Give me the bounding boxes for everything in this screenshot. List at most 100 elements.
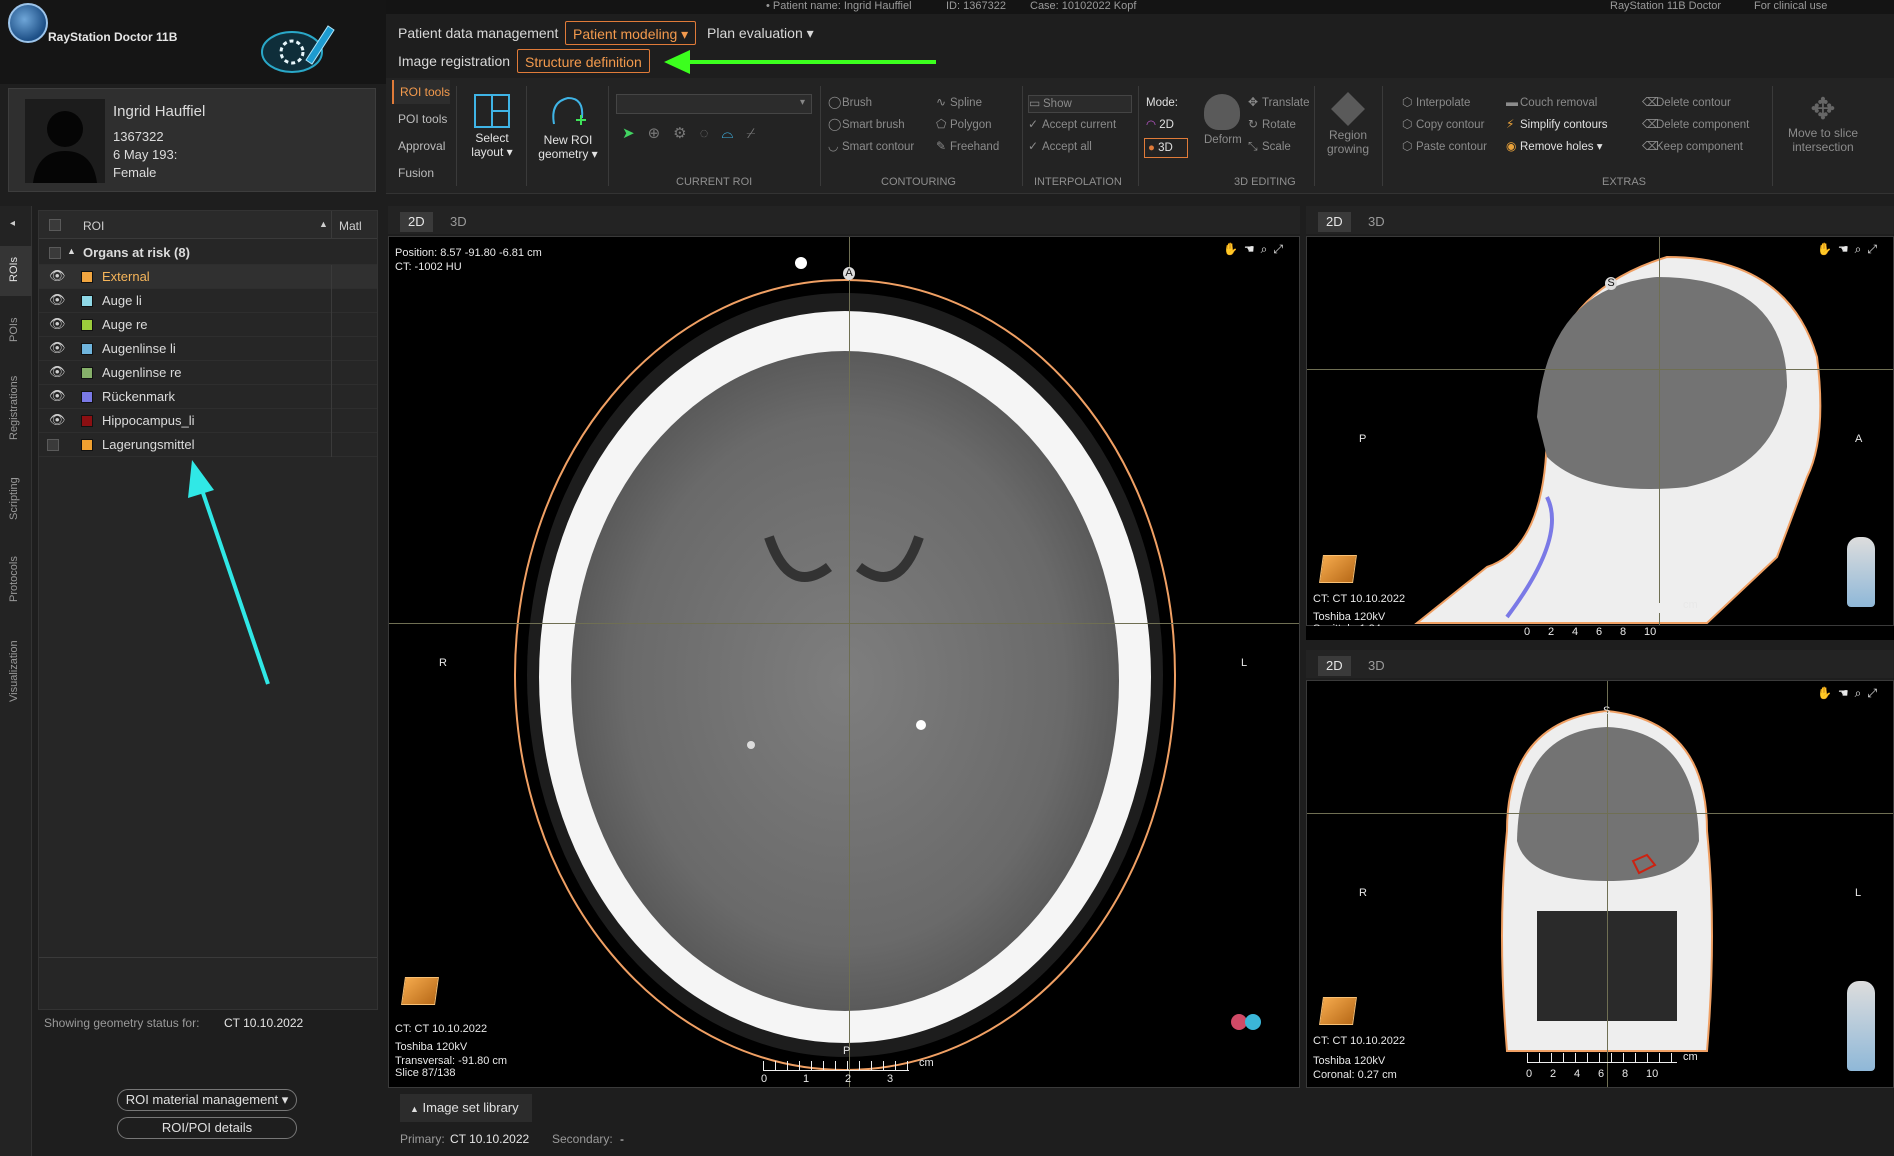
visibility-eye-icon[interactable]: 👁 xyxy=(49,316,66,332)
visibility-eye-icon[interactable]: 👁 xyxy=(49,388,66,404)
sagittal-viewer[interactable]: P A S ✋☚⌕⤢ CT: CT 10.10.2022 Toshiba 120… xyxy=(1306,236,1894,635)
group-row-organs-at-risk[interactable]: ▲ Organs at risk (8) xyxy=(39,241,377,265)
delete-component-button[interactable]: ⌫Delete component xyxy=(1642,117,1749,131)
roi-color-swatch[interactable] xyxy=(81,295,93,307)
paste-contour-button[interactable]: ⬡ Paste contour xyxy=(1402,139,1487,153)
roi-row[interactable]: 👁 Hippocampus_li xyxy=(39,409,377,433)
select-all-checkbox[interactable] xyxy=(49,219,61,231)
nav-structure-definition[interactable]: Structure definition xyxy=(517,49,650,73)
accept-all-button[interactable]: ✓ Accept all xyxy=(1028,139,1092,153)
spline-tool[interactable]: ∿ Spline xyxy=(936,95,982,109)
settings-icon[interactable]: ⚙ xyxy=(673,125,699,142)
tab-2d[interactable]: 2D xyxy=(1318,212,1351,232)
tab-2d[interactable]: 2D xyxy=(400,212,433,232)
keep-component-button[interactable]: ⌫Keep component xyxy=(1642,139,1743,153)
scale-tool[interactable]: ⤡ Scale xyxy=(1248,139,1291,154)
group-checkbox[interactable] xyxy=(49,247,61,259)
mode-3d-button[interactable]: ● 3D xyxy=(1144,138,1188,158)
smart-brush-tool[interactable]: ◯Smart brush xyxy=(828,117,905,131)
roi-color-swatch[interactable] xyxy=(81,319,93,331)
nav-image-registration[interactable]: Image registration xyxy=(391,49,517,73)
column-matl[interactable]: Matl xyxy=(339,219,362,233)
collapse-group-icon[interactable]: ▲ xyxy=(67,246,76,256)
current-roi-select[interactable]: ▾ xyxy=(616,94,812,114)
roi-material-management-button[interactable]: ROI material management ▾ xyxy=(117,1089,297,1111)
roi-row[interactable]: 👁 External xyxy=(39,265,377,289)
simplify-contours-button[interactable]: ⚡ Simplify contours xyxy=(1506,117,1608,131)
roi-row[interactable]: 👁 Augenlinse li xyxy=(39,337,377,361)
orientation-cube-icon[interactable] xyxy=(1319,997,1357,1025)
tab-approval[interactable]: Approval xyxy=(392,134,450,158)
show-interpolation-toggle[interactable]: ▭ Show xyxy=(1028,95,1132,113)
roi-color-swatch[interactable] xyxy=(81,271,93,283)
collapse-arrow-icon[interactable]: ◂ xyxy=(10,218,15,229)
roi-color-swatch[interactable] xyxy=(81,343,93,355)
deform-icon[interactable] xyxy=(1204,94,1240,130)
transversal-viewer[interactable]: Position: 8.57 -91.80 -6.81 cm CT: -1002… xyxy=(388,236,1300,1088)
roi-color-swatch[interactable] xyxy=(81,367,93,379)
tab-scripting[interactable]: Scripting xyxy=(8,477,20,520)
brush-tool[interactable]: ◯Brush xyxy=(828,95,872,109)
roi-row[interactable]: 👁 Augenlinse re xyxy=(39,361,377,385)
visibility-eye-icon[interactable]: 👁 xyxy=(49,268,66,284)
current-roi-tools[interactable]: ➤⊕⚙◌⌓⌿ xyxy=(622,124,768,142)
viewer-toolbar[interactable]: ✋☚⌕⤢ xyxy=(1817,687,1883,700)
roi-poi-details-button[interactable]: ROI/POI details xyxy=(117,1117,297,1139)
roi-color-swatch[interactable] xyxy=(81,439,93,451)
accept-current-button[interactable]: ✓ Accept current xyxy=(1028,117,1116,131)
visibility-checkbox[interactable] xyxy=(47,439,59,451)
interpolate-button[interactable]: ⬡ Interpolate xyxy=(1402,95,1470,109)
remove-holes-button[interactable]: ◉ Remove holes ▾ xyxy=(1506,139,1602,153)
roi-row[interactable]: 👁 Auge li xyxy=(39,289,377,313)
roi-color-swatch[interactable] xyxy=(81,415,93,427)
freehand-tool[interactable]: ✎ Freehand xyxy=(936,139,999,153)
translate-tool[interactable]: ✥ Translate xyxy=(1248,95,1310,109)
orientation-cube-icon[interactable] xyxy=(1319,555,1357,583)
tab-2d[interactable]: 2D xyxy=(1318,656,1351,676)
coronal-viewer[interactable]: R L S ✋☚⌕⤢ CT: CT 10.10.2022 Toshiba 120… xyxy=(1306,680,1894,1088)
tab-pois[interactable]: POIs xyxy=(8,318,20,342)
tab-protocols[interactable]: Protocols xyxy=(8,556,20,602)
new-roi-geometry-button[interactable]: New ROI geometry ▾ xyxy=(532,94,604,161)
select-layout-button[interactable]: Select layout ▾ xyxy=(462,94,522,159)
rotate-tool[interactable]: ↻ Rotate xyxy=(1248,117,1296,131)
nav-patient-modeling[interactable]: Patient modeling ▾ xyxy=(565,21,697,45)
couch-removal-button[interactable]: ▬ Couch removal xyxy=(1506,95,1597,109)
roi-color-swatch[interactable] xyxy=(81,391,93,403)
tab-rois[interactable]: ROIs xyxy=(8,257,20,282)
visibility-eye-icon[interactable]: 👁 xyxy=(49,340,66,356)
roi-row[interactable]: Lagerungsmittel xyxy=(39,433,377,457)
roi-row[interactable]: 👁 Rückenmark xyxy=(39,385,377,409)
column-roi[interactable]: ROI xyxy=(83,219,104,233)
viewer-toolbar[interactable]: ✋☚⌕⤢ xyxy=(1223,243,1289,256)
crosshair-icon[interactable]: ⊕ xyxy=(648,125,674,142)
orientation-cube-icon[interactable] xyxy=(401,977,439,1005)
lasso-icon[interactable]: ◌ xyxy=(700,125,722,142)
smart-contour-tool[interactable]: ◡ Smart contour xyxy=(828,139,914,153)
delete-contour-button[interactable]: ⌫Delete contour xyxy=(1642,95,1731,109)
visibility-eye-icon[interactable]: 👁 xyxy=(49,364,66,380)
tab-registrations[interactable]: Registrations xyxy=(8,376,20,440)
move-to-slice-intersection-button[interactable]: ✥ Move to slice intersection xyxy=(1778,94,1868,155)
tab-3d[interactable]: 3D xyxy=(1360,212,1393,232)
region-growing-button[interactable]: Region growing xyxy=(1318,92,1378,156)
copy-contour-button[interactable]: ⬡ Copy contour xyxy=(1402,117,1484,131)
tab-fusion[interactable]: Fusion xyxy=(392,161,450,185)
mode-2d-button[interactable]: ◠ 2D xyxy=(1146,117,1188,135)
nav-patient-data-management[interactable]: Patient data management xyxy=(391,21,565,45)
tab-roi-tools[interactable]: ROI tools xyxy=(392,80,450,104)
polygon-tool[interactable]: ⬠ Polygon xyxy=(936,117,992,131)
tab-3d[interactable]: 3D xyxy=(442,212,475,232)
tab-3d[interactable]: 3D xyxy=(1360,656,1393,676)
eraser-icon[interactable]: ⌿ xyxy=(746,125,768,142)
visibility-eye-icon[interactable]: 👁 xyxy=(49,412,66,428)
nav-plan-evaluation[interactable]: Plan evaluation ▾ xyxy=(700,21,821,45)
viewer-toolbar[interactable]: ✋☚⌕⤢ xyxy=(1817,243,1883,256)
roi-row[interactable]: 👁 Auge re xyxy=(39,313,377,337)
image-set-library-button[interactable]: ▲ Image set library xyxy=(400,1094,532,1122)
tab-poi-tools[interactable]: POI tools xyxy=(392,107,450,131)
roi-shape-icon[interactable]: ⌓ xyxy=(722,125,747,142)
visibility-eye-icon[interactable]: 👁 xyxy=(49,292,66,308)
tab-visualization[interactable]: Visualization xyxy=(8,640,20,702)
select-arrow-icon[interactable]: ➤ xyxy=(622,125,648,142)
